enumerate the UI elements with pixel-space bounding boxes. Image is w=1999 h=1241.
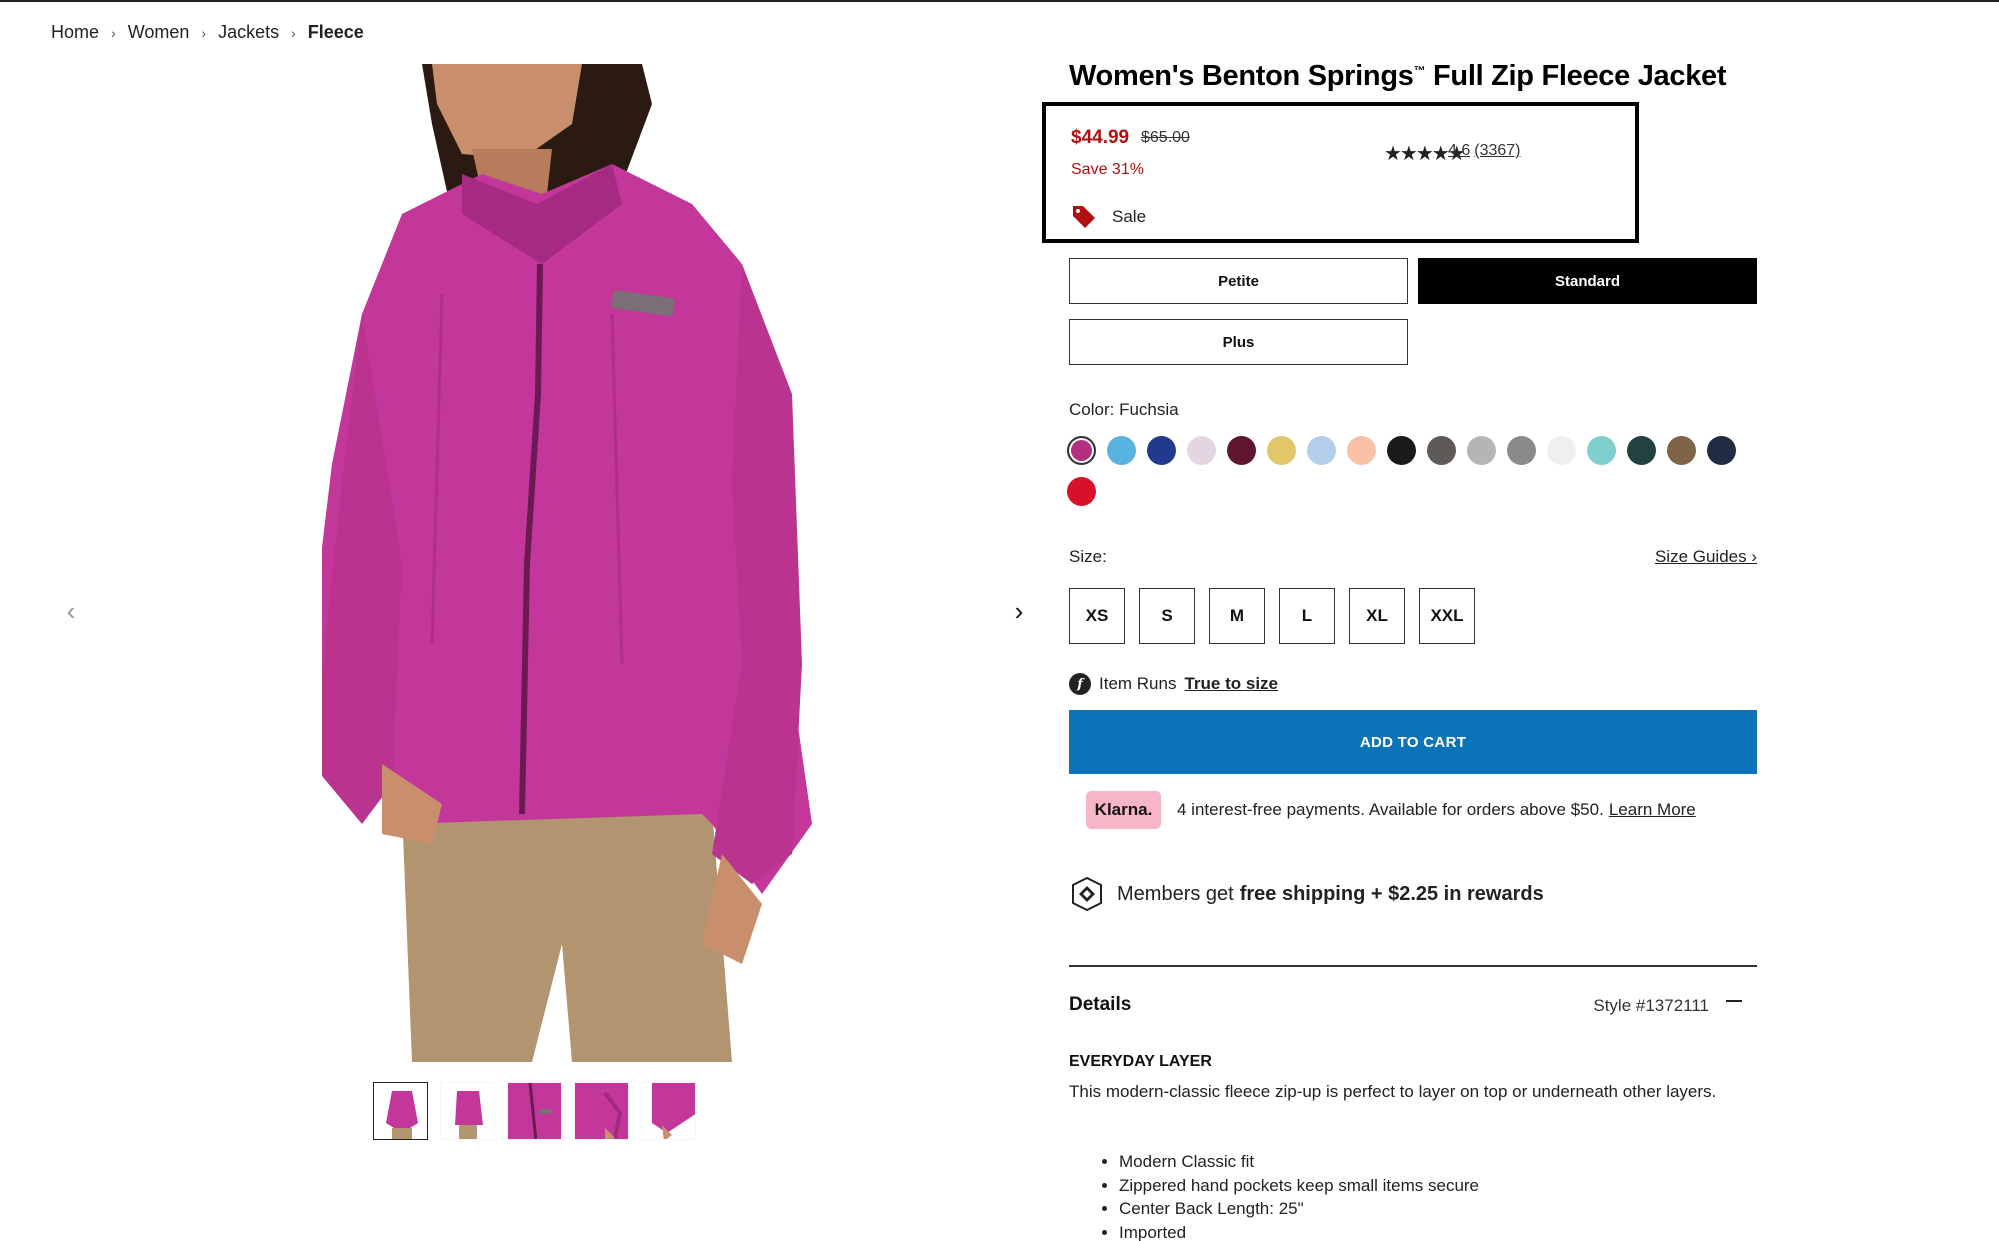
color-swatch-10[interactable] xyxy=(1427,436,1456,465)
color-swatches xyxy=(1067,436,1747,506)
color-swatch-2[interactable] xyxy=(1107,436,1136,465)
size-option-m[interactable]: M xyxy=(1209,588,1265,644)
thumbnail-2[interactable] xyxy=(440,1082,495,1140)
size-option-xs[interactable]: XS xyxy=(1069,588,1125,644)
fit-option-standard[interactable]: Standard xyxy=(1418,258,1757,304)
thumbnail-3[interactable] xyxy=(507,1082,562,1140)
price-box: $44.99 $65.00 Save 31% Sale ★★★★★ 4.6 (33… xyxy=(1042,102,1639,243)
style-number: Style #1372111 xyxy=(1593,996,1709,1015)
members-prefix: Members get xyxy=(1117,882,1234,905)
size-option-xl[interactable]: XL xyxy=(1349,588,1405,644)
chevron-right-icon: › xyxy=(201,24,207,41)
product-gallery: ‹ › xyxy=(0,60,1050,1140)
fit-option-plus[interactable]: Plus xyxy=(1069,319,1408,365)
rewards-icon xyxy=(1072,876,1102,912)
chevron-right-icon: › xyxy=(291,24,296,41)
breadcrumb-current: Fleece xyxy=(307,22,364,42)
rating-summary: 4.6 (3367) xyxy=(1448,142,1525,160)
members-banner: Members get free shipping + $2.25 in rew… xyxy=(1069,876,1544,912)
color-swatch-5[interactable] xyxy=(1227,436,1256,465)
original-price: $65.00 xyxy=(1141,129,1190,146)
color-swatch-11[interactable] xyxy=(1467,436,1496,465)
klarna-logo: Klarna. xyxy=(1086,791,1161,829)
price-tag-icon xyxy=(1073,206,1095,228)
review-count-link[interactable]: (3367) xyxy=(1474,142,1520,159)
breadcrumb-home[interactable]: Home xyxy=(51,22,99,43)
klarna-banner: Klarna. 4 interest-free payments. Availa… xyxy=(1086,791,1696,829)
fit-selector: Petite Standard Plus xyxy=(1069,258,1759,365)
savings-text: Save 31% xyxy=(1071,161,1144,178)
color-label: Color: Fuchsia xyxy=(1069,400,1179,419)
product-title: Women's Benton Springs™ Full Zip Fleece … xyxy=(1069,60,1757,93)
true-to-size-link[interactable]: True to size xyxy=(1184,674,1278,694)
breadcrumb: Home › Women › Jackets › Fleece xyxy=(51,22,364,43)
breadcrumb-women[interactable]: Women xyxy=(128,22,190,43)
product-info: Women's Benton Springs™ Full Zip Fleece … xyxy=(1042,60,1757,1241)
thumbnail-4[interactable] xyxy=(574,1082,629,1140)
feature-item: Zippered hand pockets keep small items s… xyxy=(1119,1174,1479,1198)
color-swatch-8[interactable] xyxy=(1347,436,1376,465)
color-swatch-4[interactable] xyxy=(1187,436,1216,465)
section-divider xyxy=(1069,965,1757,967)
sale-price: $44.99 xyxy=(1071,127,1130,148)
color-swatch-13[interactable] xyxy=(1547,436,1576,465)
sale-label: Sale xyxy=(1112,207,1147,226)
details-subheading: EVERYDAY LAYER xyxy=(1069,1053,1212,1070)
color-swatch-16[interactable] xyxy=(1667,436,1696,465)
fleece-jacket-photo xyxy=(322,64,1014,1062)
breadcrumb-jackets[interactable]: Jackets xyxy=(218,22,279,43)
klarna-learn-more-link[interactable]: Learn More xyxy=(1609,800,1696,820)
trademark-mark: ™ xyxy=(1413,63,1426,78)
color-swatch-14[interactable] xyxy=(1587,436,1616,465)
size-selector: XS S M L XL XXL xyxy=(1069,588,1475,644)
thumbnail-5[interactable] xyxy=(641,1082,696,1140)
product-description: This modern-classic fleece zip-up is per… xyxy=(1069,1082,1717,1101)
size-option-s[interactable]: S xyxy=(1139,588,1195,644)
feature-list: Modern Classic fit Zippered hand pockets… xyxy=(1119,1150,1479,1241)
color-swatch-3[interactable] xyxy=(1147,436,1176,465)
size-label: Size: xyxy=(1069,547,1107,566)
title-main: Women's Benton Springs xyxy=(1069,60,1414,92)
top-border xyxy=(0,0,1999,2)
feature-item: Center Back Length: 25" xyxy=(1119,1197,1479,1221)
size-guides-link[interactable]: Size Guides › xyxy=(1655,547,1757,567)
fit-note-prefix: Item Runs xyxy=(1099,674,1177,693)
color-swatch-7[interactable] xyxy=(1307,436,1336,465)
title-suffix: Full Zip Fleece Jacket xyxy=(1425,60,1727,92)
add-to-cart-button[interactable]: ADD TO CART xyxy=(1069,710,1757,774)
feature-item: Modern Classic fit xyxy=(1119,1150,1479,1174)
members-benefit: free shipping + $2.25 in rewards xyxy=(1239,882,1544,905)
color-swatch-15[interactable] xyxy=(1627,436,1656,465)
size-option-l[interactable]: L xyxy=(1279,588,1335,644)
color-swatch-9[interactable] xyxy=(1387,436,1416,465)
color-swatch-12[interactable] xyxy=(1507,436,1536,465)
color-swatch-17[interactable] xyxy=(1707,436,1736,465)
minus-icon[interactable] xyxy=(1726,1000,1742,1002)
gallery-prev-button[interactable]: ‹ xyxy=(56,596,86,626)
color-swatch-18[interactable] xyxy=(1067,477,1096,506)
thumbnail-strip xyxy=(373,1082,696,1140)
details-heading[interactable]: Details xyxy=(1069,994,1131,1016)
color-swatch-6[interactable] xyxy=(1267,436,1296,465)
gallery-next-button[interactable]: › xyxy=(1004,596,1034,626)
rating-value-link[interactable]: 4.6 xyxy=(1448,142,1470,159)
product-photo xyxy=(322,64,1014,1062)
fit-note: f Item Runs True to size xyxy=(1069,673,1278,695)
fit-option-petite[interactable]: Petite xyxy=(1069,258,1408,304)
color-swatch-1[interactable] xyxy=(1067,436,1096,465)
thumbnail-1[interactable] xyxy=(373,1082,428,1140)
size-option-xxl[interactable]: XXL xyxy=(1419,588,1475,644)
chevron-right-icon: › xyxy=(111,24,116,41)
feature-item: Imported xyxy=(1119,1221,1479,1241)
klarna-text: 4 interest-free payments. Available for … xyxy=(1177,800,1604,819)
fit-predictor-icon: f xyxy=(1069,673,1091,695)
